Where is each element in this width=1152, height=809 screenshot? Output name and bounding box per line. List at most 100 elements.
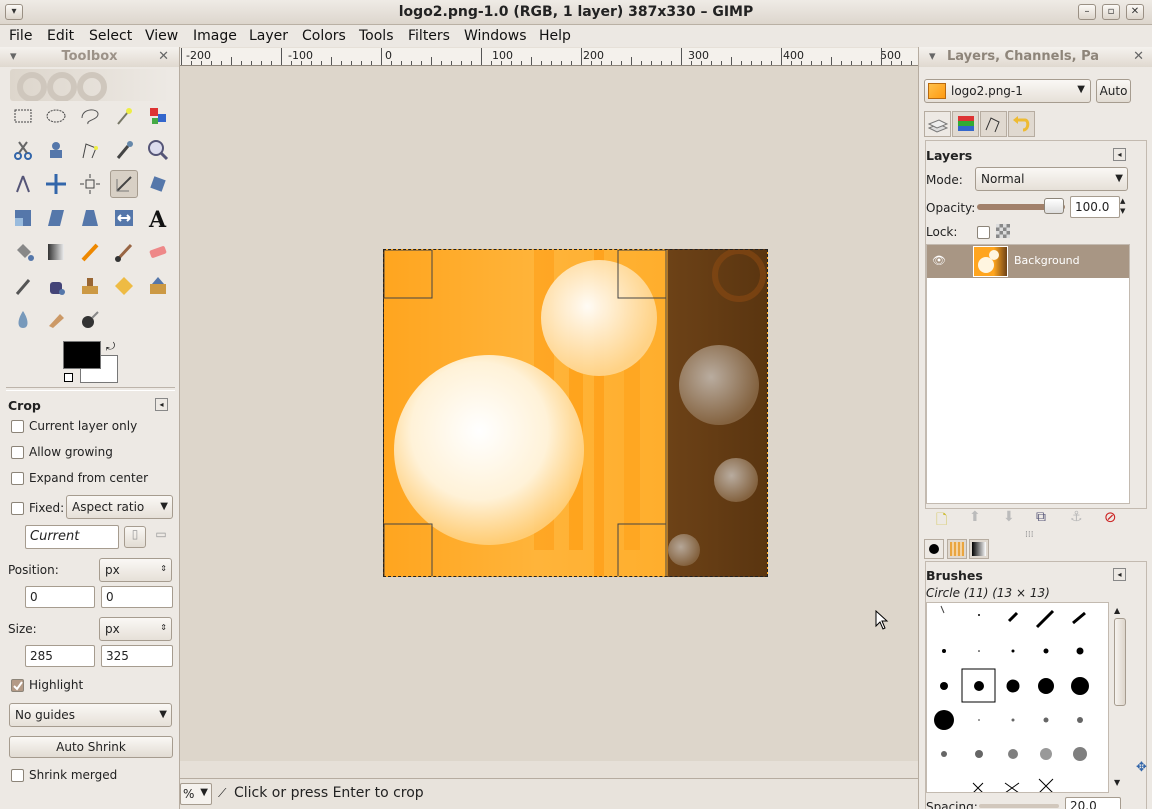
minimize-button[interactable]: –: [1078, 4, 1096, 20]
menu-filters[interactable]: Filters: [408, 28, 450, 44]
menu-file[interactable]: File: [9, 28, 32, 44]
chevron-down-icon[interactable]: ▾: [10, 47, 17, 67]
airbrush-tool-icon[interactable]: [9, 272, 37, 300]
scroll-down-icon[interactable]: ▼: [1114, 778, 1120, 787]
channels-tab-icon[interactable]: [952, 111, 979, 137]
menu-tools[interactable]: Tools: [359, 28, 394, 44]
size-height-input[interactable]: 325: [101, 645, 173, 667]
image-canvas[interactable]: [383, 249, 768, 577]
shrink-merged-checkbox[interactable]: [11, 769, 24, 782]
brush-grid[interactable]: [926, 602, 1109, 793]
guides-dropdown[interactable]: No guides ▼: [9, 703, 172, 727]
paintbrush-tool-icon[interactable]: [110, 238, 138, 266]
align-tool-icon[interactable]: [76, 170, 104, 198]
swap-colors-icon[interactable]: ⤾: [106, 340, 115, 354]
scissors-tool-icon[interactable]: [9, 136, 37, 164]
spinner-icon[interactable]: ▲ ▼: [1120, 196, 1128, 218]
duplicate-layer-icon[interactable]: ⧉: [1036, 509, 1046, 525]
perspective-tool-icon[interactable]: [76, 204, 104, 232]
chevron-down-icon[interactable]: ▾: [929, 47, 936, 67]
paths-tab-icon[interactable]: [980, 111, 1007, 137]
highlight-checkbox[interactable]: [11, 679, 24, 692]
close-button[interactable]: ✕: [1126, 4, 1144, 20]
lower-layer-icon[interactable]: ⬇: [1003, 509, 1015, 525]
opacity-input[interactable]: 100.0: [1070, 196, 1120, 218]
rect-select-tool-icon[interactable]: [9, 102, 37, 130]
size-unit-dropdown[interactable]: px ⇕: [99, 617, 172, 641]
spacing-input[interactable]: 20.0: [1065, 797, 1121, 809]
zoom-tool-icon[interactable]: [144, 136, 172, 164]
layers-tab-icon[interactable]: [924, 111, 951, 137]
allow-growing-checkbox[interactable]: [11, 446, 24, 459]
blend-tool-icon[interactable]: [42, 238, 70, 266]
panel-menu-icon[interactable]: ◂: [1113, 568, 1126, 581]
new-layer-icon[interactable]: 🗋: [936, 509, 947, 533]
ink-tool-icon[interactable]: [42, 272, 70, 300]
panel-menu-icon[interactable]: ◂: [1113, 148, 1126, 161]
eye-icon[interactable]: 👁: [932, 254, 946, 267]
perspective-clone-tool-icon[interactable]: [144, 272, 172, 300]
smudge-tool-icon[interactable]: [42, 306, 70, 334]
brushes-tab-icon[interactable]: [924, 539, 944, 559]
blur-tool-icon[interactable]: [9, 306, 37, 334]
spacing-slider[interactable]: [979, 804, 1059, 808]
heal-tool-icon[interactable]: [110, 272, 138, 300]
foreground-color-swatch[interactable]: [63, 341, 101, 369]
auto-button[interactable]: Auto: [1096, 79, 1131, 103]
menu-windows[interactable]: Windows: [464, 28, 527, 44]
dodge-burn-tool-icon[interactable]: [76, 306, 104, 334]
select-by-color-tool-icon[interactable]: [144, 102, 172, 130]
delete-layer-icon[interactable]: ⊘: [1104, 508, 1117, 526]
zoom-dropdown[interactable]: % ▼: [180, 783, 212, 805]
lock-pixels-checkbox[interactable]: [977, 226, 990, 239]
shear-tool-icon[interactable]: [42, 204, 70, 232]
landscape-icon[interactable]: ▭: [150, 526, 172, 548]
position-y-input[interactable]: 0: [101, 586, 173, 608]
brush-scrollbar[interactable]: ▲ ▼: [1112, 602, 1128, 793]
portrait-icon[interactable]: ▯: [124, 526, 146, 548]
bucket-fill-tool-icon[interactable]: [9, 238, 37, 266]
position-unit-dropdown[interactable]: px ⇕: [99, 558, 172, 582]
horizontal-ruler[interactable]: -200 -100 0 100 200 300 400 500: [180, 48, 918, 66]
menu-colors[interactable]: Colors: [302, 28, 346, 44]
image-selector-dropdown[interactable]: logo2.png-1 ▼: [924, 79, 1091, 103]
opacity-slider-handle[interactable]: [1044, 198, 1064, 214]
mode-dropdown[interactable]: Normal ▼: [975, 167, 1128, 191]
fuzzy-select-tool-icon[interactable]: [110, 102, 138, 130]
gradients-tab-icon[interactable]: [969, 539, 989, 559]
expand-from-center-checkbox[interactable]: [11, 472, 24, 485]
pencil-tool-icon[interactable]: [76, 238, 104, 266]
eraser-tool-icon[interactable]: [144, 238, 172, 266]
panel-menu-icon[interactable]: ◂: [155, 398, 168, 411]
scroll-up-icon[interactable]: ▲: [1114, 606, 1120, 615]
close-icon[interactable]: ✕: [1133, 47, 1144, 67]
menu-edit[interactable]: Edit: [47, 28, 74, 44]
scrollbar-thumb[interactable]: [1114, 618, 1126, 706]
move-tool-icon[interactable]: [42, 170, 70, 198]
foreground-select-tool-icon[interactable]: [42, 136, 70, 164]
rotate-tool-icon[interactable]: [144, 170, 172, 198]
paths-tool-icon[interactable]: [76, 136, 104, 164]
layer-row-background[interactable]: 👁 Background: [927, 245, 1129, 278]
anchor-layer-icon[interactable]: ⚓: [1070, 509, 1083, 525]
menu-view[interactable]: View: [145, 28, 178, 44]
measure-tool-icon[interactable]: [9, 170, 37, 198]
fixed-mode-dropdown[interactable]: Aspect ratio ▼: [66, 495, 173, 519]
menu-select[interactable]: Select: [89, 28, 132, 44]
pane-resize-handle[interactable]: ⁞⁞⁞: [1025, 530, 1034, 540]
menu-image[interactable]: Image: [193, 28, 237, 44]
raise-layer-icon[interactable]: ⬆: [969, 509, 981, 525]
maximize-button[interactable]: ▫: [1102, 4, 1120, 20]
default-colors-icon[interactable]: [64, 373, 73, 382]
fixed-checkbox[interactable]: [11, 502, 24, 515]
layer-name[interactable]: Background: [1014, 254, 1080, 267]
auto-shrink-button[interactable]: Auto Shrink: [9, 736, 173, 758]
aspect-value-field[interactable]: Current: [25, 525, 119, 549]
ellipse-select-tool-icon[interactable]: [42, 102, 70, 130]
text-tool-icon[interactable]: A: [144, 204, 172, 233]
size-width-input[interactable]: 285: [25, 645, 95, 667]
navigate-icon[interactable]: ✥: [1136, 760, 1147, 775]
crop-tool-icon[interactable]: [110, 170, 138, 198]
undo-history-tab-icon[interactable]: [1008, 111, 1035, 137]
lock-alpha-icon[interactable]: [996, 224, 1010, 238]
